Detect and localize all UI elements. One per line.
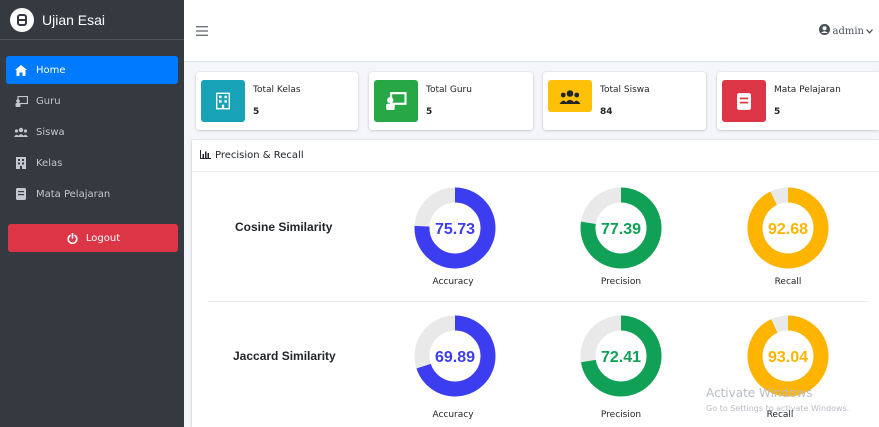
- chevron-down-icon: [866, 26, 873, 37]
- stat-label: Mata Pelajaran: [774, 85, 841, 95]
- metric-label: Recall: [774, 277, 802, 287]
- hamburger-menu-icon[interactable]: [196, 24, 208, 40]
- sidebar: Ujian Esai Home Guru Siswa Kelas Mata Pe…: [0, 0, 184, 427]
- donut-value-recall: 93.04: [768, 349, 808, 366]
- sidebar-item-home[interactable]: Home: [6, 56, 178, 84]
- brand[interactable]: Ujian Esai: [0, 0, 184, 40]
- users-icon: [14, 127, 28, 137]
- users-icon: [548, 80, 592, 112]
- metric-label: Recall: [766, 410, 794, 420]
- activate-windows-title: Activate Windows: [706, 386, 813, 400]
- sidebar-item-label: Mata Pelajaran: [36, 188, 111, 200]
- chalkboard-teacher-icon: [374, 80, 418, 122]
- topbar: admin: [184, 0, 879, 62]
- stat-label: Total Guru: [426, 85, 472, 95]
- stat-label: Total Siswa: [600, 85, 650, 95]
- building-icon: [14, 157, 28, 169]
- donut-value-precision: 77.39: [601, 221, 641, 238]
- metric-label: Precision: [600, 277, 642, 287]
- sidebar-item-label: Guru: [36, 95, 61, 107]
- precision-recall-card: Precision & Recall Cosine Similarity Jac…: [192, 140, 879, 427]
- stat-value: 84: [600, 107, 613, 117]
- donut-value-accuracy: 69.89: [435, 349, 475, 366]
- stat-label: Total Kelas: [253, 85, 301, 95]
- sidebar-item-guru[interactable]: Guru: [6, 87, 178, 115]
- metric-label: Precision: [600, 410, 642, 420]
- sidebar-item-label: Kelas: [36, 157, 63, 169]
- sidebar-item-siswa[interactable]: Siswa: [6, 118, 178, 146]
- brand-logo-icon: [10, 7, 34, 32]
- power-icon: [66, 232, 80, 244]
- sidebar-item-label: Siswa: [36, 126, 65, 138]
- stat-value: 5: [774, 107, 781, 117]
- stat-card-total-kelas: Total Kelas 5: [196, 72, 358, 130]
- stat-value: 5: [426, 107, 433, 117]
- donut-value-recall: 92.68: [768, 221, 808, 238]
- brand-title: Ujian Esai: [42, 11, 106, 28]
- user-name: admin: [832, 25, 864, 37]
- sidebar-item-kelas[interactable]: Kelas: [6, 149, 178, 177]
- home-icon: [14, 64, 28, 76]
- book-icon: [14, 188, 28, 200]
- chalkboard-teacher-icon: [14, 95, 28, 107]
- stat-card-total-guru: Total Guru 5: [369, 72, 533, 130]
- book-icon: [722, 80, 766, 122]
- user-menu[interactable]: admin: [818, 24, 873, 38]
- sidebar-item-mata-pelajaran[interactable]: Mata Pelajaran: [6, 180, 178, 208]
- building-icon: [201, 80, 245, 122]
- stat-card-total-siswa: Total Siswa 84: [543, 72, 706, 130]
- logout-button[interactable]: Logout: [8, 224, 178, 252]
- sidebar-nav: Home Guru Siswa Kelas Mata Pelajaran: [0, 40, 184, 208]
- stat-value: 5: [253, 107, 260, 117]
- stat-card-mata-pelajaran: Mata Pelajaran 5: [717, 72, 879, 130]
- metric-label: Accuracy: [432, 410, 474, 420]
- logout-label: Logout: [85, 232, 121, 244]
- metric-label: Accuracy: [432, 277, 474, 287]
- donut-value-accuracy: 75.73: [435, 221, 475, 238]
- sidebar-item-label: Home: [36, 64, 66, 76]
- donut-value-precision: 72.41: [601, 349, 641, 366]
- user-circle-icon: [818, 24, 830, 38]
